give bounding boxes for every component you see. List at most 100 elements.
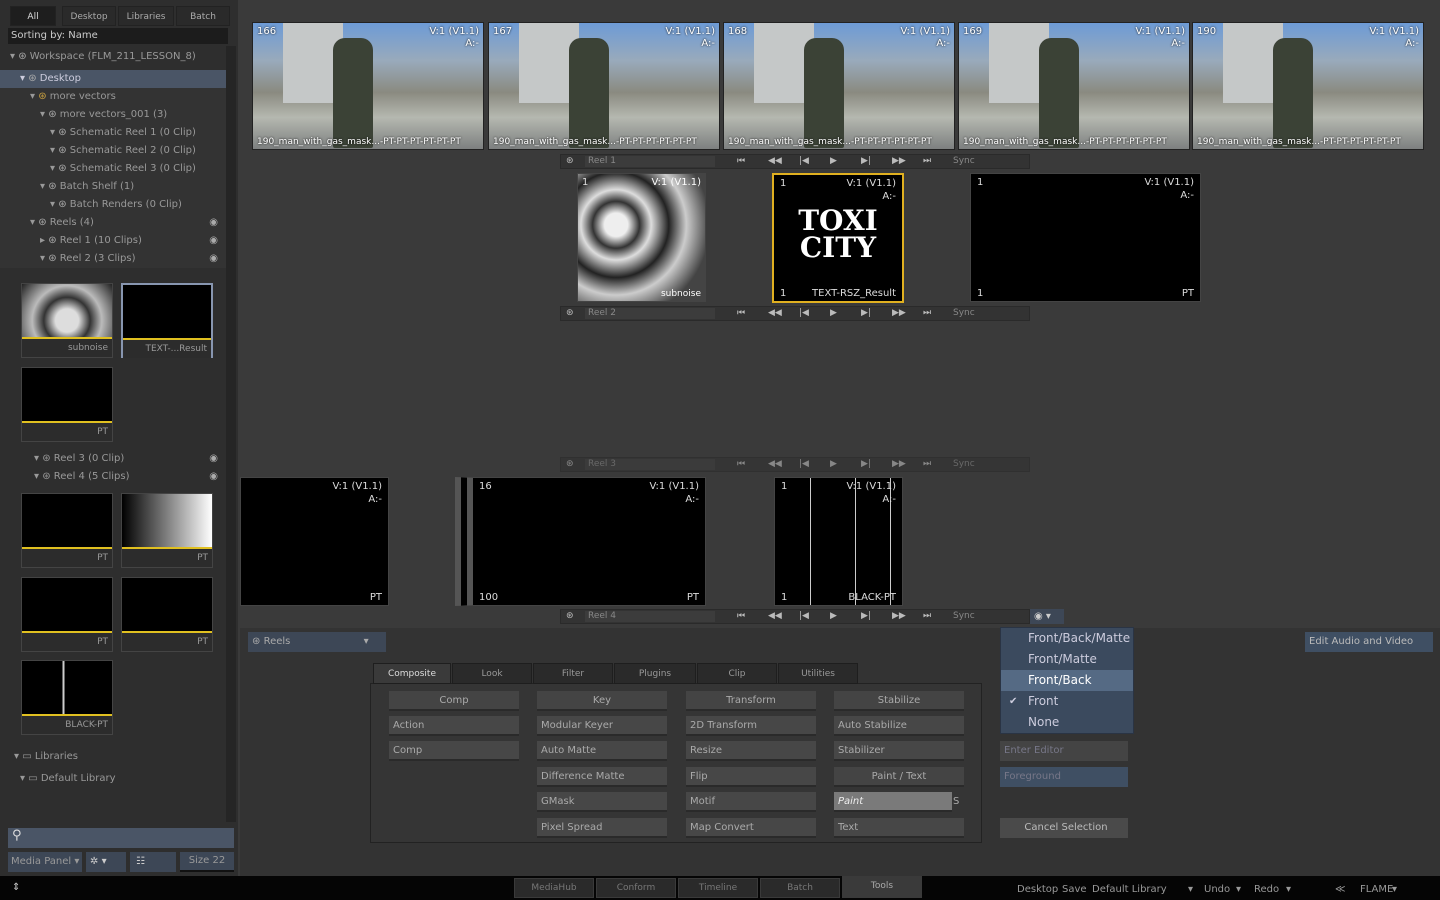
tab-filter[interactable]: Filter — [533, 663, 613, 684]
menu-item-none[interactable]: None — [1001, 712, 1133, 733]
tree-item[interactable]: ▾ ⊛ Batch Renders (0 Clip) — [0, 196, 226, 214]
tab-utilities[interactable]: Utilities — [778, 663, 858, 684]
skip-end-icon[interactable]: ⏭ — [923, 458, 931, 471]
tree-item[interactable]: ▾ ⊛ Schematic Reel 3 (0 Clip) — [0, 160, 226, 178]
skip-end-icon[interactable]: ⏭ — [923, 307, 931, 320]
expand-icon[interactable]: ⇕ — [12, 882, 20, 893]
clip-stack[interactable]: 16 V:1 (V1.1) A:- 100 PT — [455, 477, 706, 606]
tool-text-button[interactable]: Text — [834, 818, 964, 838]
thumb-reel4[interactable]: PT — [121, 493, 213, 568]
tab-libraries[interactable]: Libraries — [118, 6, 174, 26]
chevron-down-icon[interactable]: ▾ — [1392, 884, 1397, 895]
eye-icon[interactable]: ◉ — [209, 232, 218, 250]
fast-forward-icon[interactable]: ▶▶ — [892, 610, 906, 623]
chevron-icon[interactable]: ▾ — [40, 109, 48, 120]
tree-item-libraries[interactable]: ▾ ▭ Libraries — [0, 748, 226, 766]
chevron-icon[interactable]: ▾ — [20, 73, 28, 84]
eye-icon[interactable]: ◉ — [209, 214, 218, 232]
size-slider[interactable]: Size 22 — [180, 852, 234, 872]
tab-mediahub[interactable]: MediaHub — [514, 878, 594, 898]
chevron-icon[interactable]: ▾ — [50, 145, 58, 156]
chevron-icon[interactable]: ▾ — [50, 199, 58, 210]
save-button[interactable]: Save — [1062, 884, 1087, 895]
tree-item[interactable]: ▾ ⊛ Workspace (FLM_211_LESSON_8) — [0, 48, 226, 66]
tool-pixel-spread-button[interactable]: Pixel Spread — [537, 818, 667, 838]
menu-item-front-matte[interactable]: Front/Matte — [1001, 649, 1133, 670]
menu-item-front-back[interactable]: Front/Back — [1001, 670, 1133, 691]
eye-icon[interactable]: ◉ — [209, 468, 218, 486]
tool-auto-stabilize-button[interactable]: Auto Stabilize — [834, 716, 964, 736]
reel1-frame[interactable]: 168 V:1 (V1.1) A:- 190_man_with_gas_mask...… — [723, 22, 955, 150]
tab-batch[interactable]: Batch — [760, 878, 840, 898]
tree-item[interactable]: ▾ ⊛ Schematic Reel 2 (0 Clip) — [0, 142, 226, 160]
tab-batch[interactable]: Batch — [176, 6, 230, 26]
tree-item-reel4[interactable]: ▾ ⊛ Reel 4 (5 Clips) ◉ — [0, 468, 226, 486]
thumb-reel4[interactable]: PT — [21, 577, 113, 652]
thumb-reel4[interactable]: PT — [121, 577, 213, 652]
sync-button[interactable]: Sync — [953, 610, 975, 623]
search-input[interactable]: ⚲ — [8, 828, 234, 848]
step-back-icon[interactable]: |◀ — [799, 610, 809, 623]
tab-look[interactable]: Look — [452, 663, 532, 684]
rewind-icon[interactable]: ◀◀ — [768, 458, 782, 471]
foreground-button[interactable]: Foreground — [1000, 767, 1128, 787]
sync-button[interactable]: Sync — [953, 458, 975, 471]
chevron-down-icon[interactable]: ▾ — [1188, 884, 1193, 895]
clip-toxi-city[interactable]: 1 V:1 (V1.1) A:- TOXI CITY 1 TEXT-RSZ_Re… — [772, 173, 904, 303]
app-menu[interactable]: FLAME — [1360, 884, 1393, 895]
chevron-down-icon[interactable]: ▾ — [1286, 884, 1291, 895]
reel1-frame[interactable]: 190 V:1 (V1.1) A:- 190_man_with_gas_mask...… — [1192, 22, 1424, 150]
reel1-frame[interactable]: 167 V:1 (V1.1) A:- 190_man_with_gas_mask...… — [488, 22, 720, 150]
tab-timeline[interactable]: Timeline — [678, 878, 758, 898]
tree-item[interactable]: ▾ ⊛ more vectors — [0, 88, 226, 106]
clip-pt[interactable]: 1 V:1 (V1.1) A:- 1 PT — [970, 173, 1201, 302]
gear-menu[interactable]: ✲ ▾ — [86, 852, 126, 872]
rewind-icon[interactable]: ◀◀ — [768, 155, 782, 168]
step-forward-icon[interactable]: ▶| — [861, 155, 871, 168]
edit-audio-video-button[interactable]: Edit Audio and Video — [1305, 632, 1433, 652]
tool-gmask-button[interactable]: GMask — [537, 792, 667, 812]
tool-paint-button[interactable]: Paint — [834, 792, 952, 812]
play-icon[interactable]: ▶ — [830, 155, 837, 168]
tool-motif-button[interactable]: Motif — [686, 792, 816, 812]
sync-button[interactable]: Sync — [953, 307, 975, 320]
skip-start-icon[interactable]: ⏮ — [737, 307, 745, 320]
tool-difference-matte-button[interactable]: Difference Matte — [537, 767, 667, 787]
tool-auto-matte-button[interactable]: Auto Matte — [537, 741, 667, 761]
tree-item[interactable]: ▾ ⊛ Desktop — [0, 70, 226, 88]
tool-2d-transform-button[interactable]: 2D Transform — [686, 716, 816, 736]
tab-composite[interactable]: Composite — [373, 663, 451, 684]
tool-action-button[interactable]: Action — [389, 716, 519, 736]
skip-start-icon[interactable]: ⏮ — [737, 610, 745, 623]
menu-item-front[interactable]: ✔ Front — [1001, 691, 1133, 712]
step-forward-icon[interactable]: ▶| — [861, 610, 871, 623]
step-back-icon[interactable]: |◀ — [799, 155, 809, 168]
rewind-icon[interactable]: ◀◀ — [768, 610, 782, 623]
step-forward-icon[interactable]: ▶| — [861, 458, 871, 471]
sync-button[interactable]: Sync — [953, 155, 975, 168]
reel-name-field[interactable]: Reel 3 — [585, 459, 715, 470]
eye-icon[interactable]: ◉ — [209, 450, 218, 468]
fast-forward-icon[interactable]: ▶▶ — [892, 307, 906, 320]
reel-name-field[interactable]: Reel 4 — [585, 611, 715, 622]
reel1-frame[interactable]: 169 V:1 (V1.1) A:- 190_man_with_gas_mask...… — [958, 22, 1190, 150]
play-icon[interactable]: ▶ — [830, 458, 837, 471]
fast-forward-icon[interactable]: ▶▶ — [892, 155, 906, 168]
scrollbar[interactable] — [226, 46, 236, 822]
tool-stabilizer-button[interactable]: Stabilizer — [834, 741, 964, 761]
tab-clip[interactable]: Clip — [697, 663, 777, 684]
tab-conform[interactable]: Conform — [596, 878, 676, 898]
reel-name-field[interactable]: Reel 2 — [585, 308, 715, 319]
chevron-icon[interactable]: ▾ — [30, 217, 38, 228]
tree-item[interactable]: ▾ ⊛ Batch Shelf (1) — [0, 178, 226, 196]
menu-item-front-back-matte[interactable]: Front/Back/Matte — [1001, 628, 1133, 649]
skip-start-icon[interactable]: ⏮ — [737, 458, 745, 471]
step-back-icon[interactable]: |◀ — [799, 307, 809, 320]
tree-item-reel3[interactable]: ▾ ⊛ Reel 3 (0 Clip) ◉ — [0, 450, 226, 468]
tool-map-convert-button[interactable]: Map Convert — [686, 818, 816, 838]
enter-editor-button[interactable]: Enter Editor — [1000, 741, 1128, 761]
thumb-toxi-city[interactable]: TEXT-...Result — [121, 283, 213, 358]
tree-item[interactable]: ▾ ⊛ Reels (4) ◉ — [0, 214, 226, 232]
tool-modular-keyer-button[interactable]: Modular Keyer — [537, 716, 667, 736]
tab-all[interactable]: All — [10, 6, 56, 26]
